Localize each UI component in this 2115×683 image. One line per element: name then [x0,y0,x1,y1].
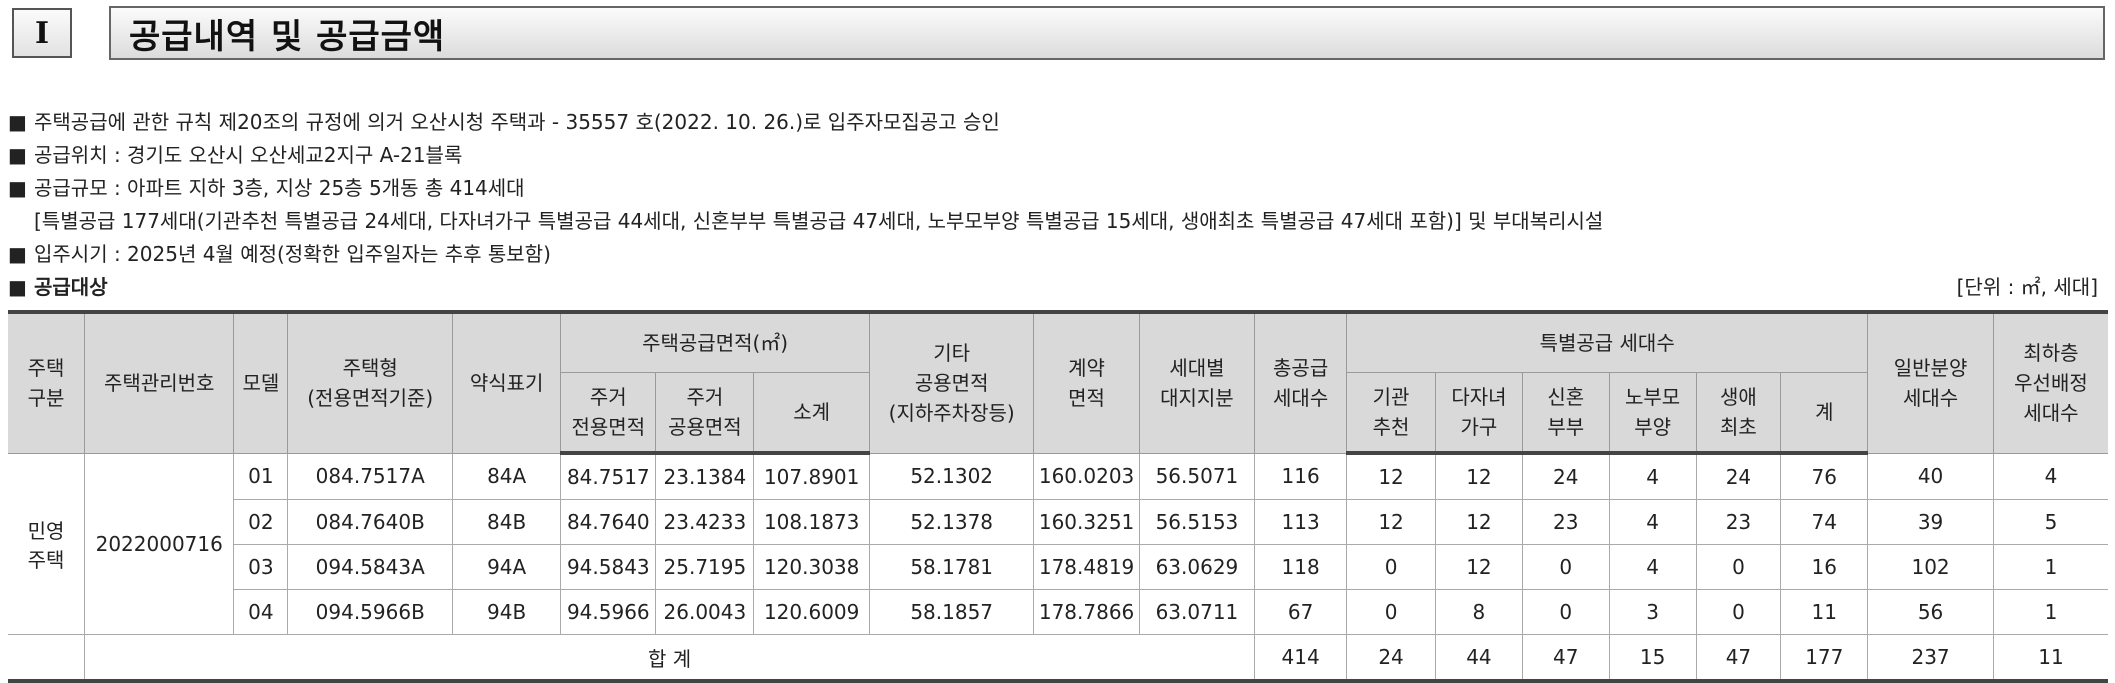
table-row: 02 084.7640B 84B 84.7640 23.4233 108.187… [8,499,2108,545]
header-special-supply: 특별공급 세대수 [1346,310,1869,373]
table-total-row: 합 계 414 24 44 47 15 47 177 237 11 [8,634,2108,683]
header-housing-type: 주택 구분 [8,310,86,454]
unit-label: [단위 : ㎡, 세대] [1956,274,2098,299]
table-row: 03 094.5843A 94A 94.5843 25.7195 120.303… [8,544,2108,590]
square-bullet-icon: ■ [8,242,27,266]
notice-item: ■ 공급규모 : 아파트 지하 3층, 지상 25층 5개동 총 414세대 [8,172,2108,205]
header-common-area: 주거 공용면적 [655,372,755,455]
header-short-name: 약식표기 [451,310,562,454]
table-row: 민영 주택 2022000716 01 084.7517A 84A 84.7517… [8,452,2108,635]
header-total-units: 총공급 세대수 [1254,310,1348,454]
section-title: 공급내역 및 공급금액 [109,6,2105,60]
header-model: 모델 [233,310,289,454]
header-supply-area: 주택공급면적(㎡) [560,310,870,373]
mgmt-no-cell: 2022000716 [84,452,235,635]
header-land-share: 세대별 대지지분 [1138,310,1256,454]
supply-target-label: ■ 공급대상 [8,274,108,299]
table-row: 04 094.5966B 94B 94.5966 26.0043 120.600… [8,589,2108,635]
square-bullet-icon: ■ [8,176,27,200]
notice-item: ■ 주택공급에 관한 규칙 제20조의 규정에 의거 오산시청 주택과 - 355… [8,106,2108,139]
header-unit-type: 주택형 (전용면적기준) [287,310,453,454]
header-mgmt-no: 주택관리번호 [84,310,235,454]
header-special-sum: 계 [1780,372,1869,455]
section-number: I [12,8,72,58]
header-firsttime: 생애 최초 [1695,372,1782,455]
notice-item-detail: [특별공급 177세대(기관추천 특별공급 24세대, 다자녀가구 특별공급 4… [34,209,1604,233]
header-other-common-area: 기타 공용면적 (지하주차장등) [868,310,1035,454]
supply-table: 주택 구분 주택관리번호 모델 주택형 (전용면적기준) 약식표기 주택공급면적(㎡… [8,310,2108,683]
header-contract-area: 계약 면적 [1033,310,1140,454]
total-label: 합 계 [84,634,1256,683]
square-bullet-icon: ■ [8,143,27,167]
header-general-units: 일반분양 세대수 [1867,310,1994,454]
header-agency: 기관 추천 [1346,372,1436,455]
notice-item: ■ 공급위치 : 경기도 오산시 오산세교2지구 A-21블록 [8,139,2108,172]
supply-target-header: ■ 공급대상 [단위 : ㎡, 세대] [8,268,2098,302]
header-subtotal: 소계 [753,372,870,455]
notice-item: ■ 입주시기 : 2025년 4월 예정(정확한 입주일자는 추후 통보함) [8,238,2108,271]
square-bullet-icon: ■ [8,110,27,134]
header-newlywed: 신혼 부부 [1521,372,1610,455]
group-label: 민영 주택 [8,452,86,635]
header-multichild: 다자녀 가구 [1435,372,1523,455]
notice-list: ■ 주택공급에 관한 규칙 제20조의 규정에 의거 오산시청 주택과 - 355… [8,106,2108,271]
header-exclusive-area: 주거 전용면적 [560,372,657,455]
header-elderly: 노부모 부양 [1608,372,1697,455]
header-lowest-floor: 최하층 우선배정 세대수 [1992,310,2108,454]
square-bullet-icon: ■ [8,274,27,299]
